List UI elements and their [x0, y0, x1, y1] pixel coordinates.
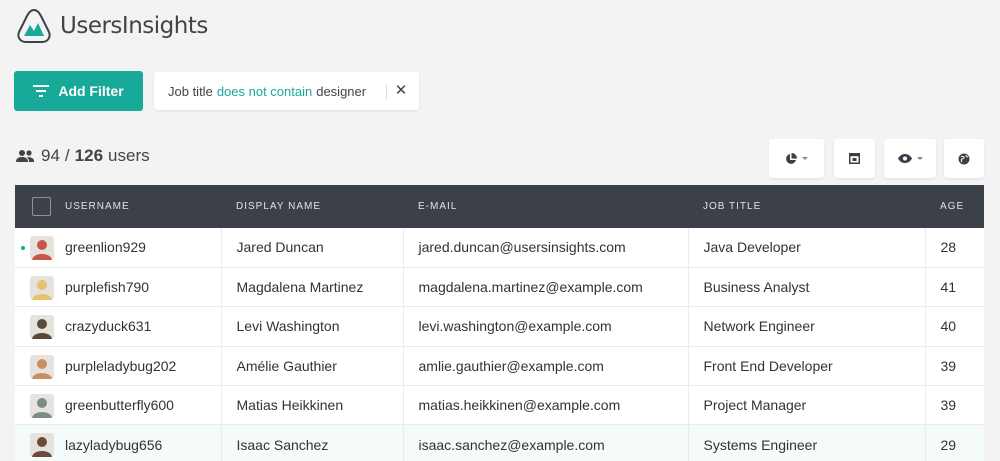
- brand-name: UsersInsights: [60, 13, 208, 39]
- filter-field: Job title: [168, 83, 213, 99]
- filter-icon: [33, 85, 50, 97]
- username[interactable]: lazyladybug656: [65, 437, 162, 453]
- online-indicator: [21, 246, 25, 250]
- cell-email: matias.heikkinen@example.com: [403, 385, 689, 426]
- username[interactable]: purpleladybug202: [65, 358, 176, 374]
- cell-age: 28: [925, 228, 984, 268]
- table-row[interactable]: crazyduck631 Levi Washington levi.washingt…: [15, 306, 984, 347]
- cell-display-name: Magdalena Martinez: [221, 267, 404, 308]
- cell-email: magdalena.martinez@example.com: [403, 267, 689, 308]
- header-job-title[interactable]: JOB TITLE: [688, 185, 925, 228]
- users-icon: [16, 150, 34, 162]
- total-count: 126: [74, 146, 104, 165]
- chevron-down-icon: [916, 157, 923, 160]
- count-separator: /: [64, 146, 70, 165]
- globe-icon: [958, 153, 970, 164]
- cell-job-title: Network Engineer: [688, 306, 926, 347]
- table-row[interactable]: purpleladybug202 Amélie Gauthier amlie.gau…: [15, 346, 984, 387]
- header-email[interactable]: E-MAIL: [403, 185, 688, 228]
- table-row[interactable]: lazyladybug656 Isaac Sanchez isaac.sanchez…: [15, 424, 984, 461]
- cell-job-title: Systems Engineer: [688, 424, 926, 461]
- layout-icon: [849, 153, 860, 164]
- map-view-button[interactable]: [944, 139, 984, 178]
- filtered-count: 94: [41, 146, 60, 165]
- cell-username[interactable]: greenbutterfly600: [15, 385, 222, 426]
- cell-display-name: Jared Duncan: [221, 228, 404, 268]
- pie-chart-icon: [786, 152, 797, 164]
- avatar: [30, 315, 54, 340]
- avatar: [30, 236, 54, 260]
- table-row[interactable]: purplefish790 Magdalena Martinez magdalena…: [15, 267, 984, 308]
- cell-age: 41: [925, 267, 984, 308]
- active-filter-chip[interactable]: Job title does not contain designer ✕: [154, 72, 419, 110]
- header-display-name[interactable]: DISPLAY NAME: [221, 185, 403, 228]
- cell-display-name: Amélie Gauthier: [221, 346, 404, 387]
- filter-operator[interactable]: does not contain: [217, 84, 312, 99]
- username[interactable]: crazyduck631: [65, 318, 151, 334]
- cell-username[interactable]: greenlion929: [15, 228, 222, 268]
- app-logo: UsersInsights: [15, 4, 208, 48]
- cell-email: isaac.sanchez@example.com: [403, 424, 689, 461]
- avatar: [30, 354, 54, 379]
- layout-button[interactable]: [834, 139, 875, 178]
- avatar: [30, 433, 54, 458]
- avatar: [30, 275, 54, 300]
- charts-button[interactable]: [769, 139, 824, 178]
- cell-display-name: Levi Washington: [221, 306, 404, 347]
- logo-mountain-icon: [17, 8, 51, 43]
- eye-icon: [897, 154, 912, 163]
- cell-email: jared.duncan@usersinsights.com: [403, 228, 689, 268]
- cell-username[interactable]: purpleladybug202: [15, 346, 222, 387]
- cell-email: levi.washington@example.com: [403, 306, 689, 347]
- users-table: USERNAME DISPLAY NAME E-MAIL JOB TITLE A…: [15, 185, 984, 461]
- username[interactable]: purplefish790: [65, 279, 149, 295]
- cell-username[interactable]: crazyduck631: [15, 306, 222, 347]
- username[interactable]: greenbutterfly600: [65, 397, 174, 413]
- count-unit: users: [108, 146, 150, 165]
- cell-display-name: Isaac Sanchez: [221, 424, 404, 461]
- cell-job-title: Front End Developer: [688, 346, 926, 387]
- username[interactable]: greenlion929: [65, 239, 146, 255]
- chevron-down-icon: [802, 157, 808, 160]
- cell-job-title: Business Analyst: [688, 267, 926, 308]
- header-username[interactable]: USERNAME: [15, 185, 221, 228]
- cell-username[interactable]: purplefish790: [15, 267, 222, 308]
- table-row[interactable]: greenlion929 Jared Duncan jared.duncan@use…: [15, 228, 984, 268]
- user-count: 94 / 126 users: [15, 146, 150, 166]
- avatar: [30, 394, 54, 419]
- add-filter-button[interactable]: Add Filter: [14, 71, 143, 111]
- cell-job-title: Project Manager: [688, 385, 926, 426]
- filter-divider: [386, 85, 387, 99]
- cell-job-title: Java Developer: [688, 228, 926, 268]
- column-visibility-button[interactable]: [884, 139, 936, 178]
- cell-age: 39: [925, 346, 984, 387]
- cell-age: 40: [925, 306, 984, 347]
- table-header: USERNAME DISPLAY NAME E-MAIL JOB TITLE A…: [15, 185, 984, 228]
- column-label: USERNAME: [65, 201, 130, 212]
- header-age[interactable]: AGE: [925, 185, 984, 228]
- cell-display-name: Matias Heikkinen: [221, 385, 404, 426]
- table-row[interactable]: greenbutterfly600 Matias Heikkinen matias.…: [15, 385, 984, 426]
- cell-email: amlie.gauthier@example.com: [403, 346, 689, 387]
- cell-username[interactable]: lazyladybug656: [15, 424, 222, 461]
- cell-age: 39: [925, 385, 984, 426]
- remove-filter-close-icon[interactable]: ✕: [394, 83, 408, 98]
- select-all-checkbox[interactable]: [32, 197, 51, 216]
- add-filter-label: Add Filter: [58, 83, 124, 99]
- cell-age: 29: [925, 424, 984, 461]
- filter-value[interactable]: designer: [316, 84, 366, 99]
